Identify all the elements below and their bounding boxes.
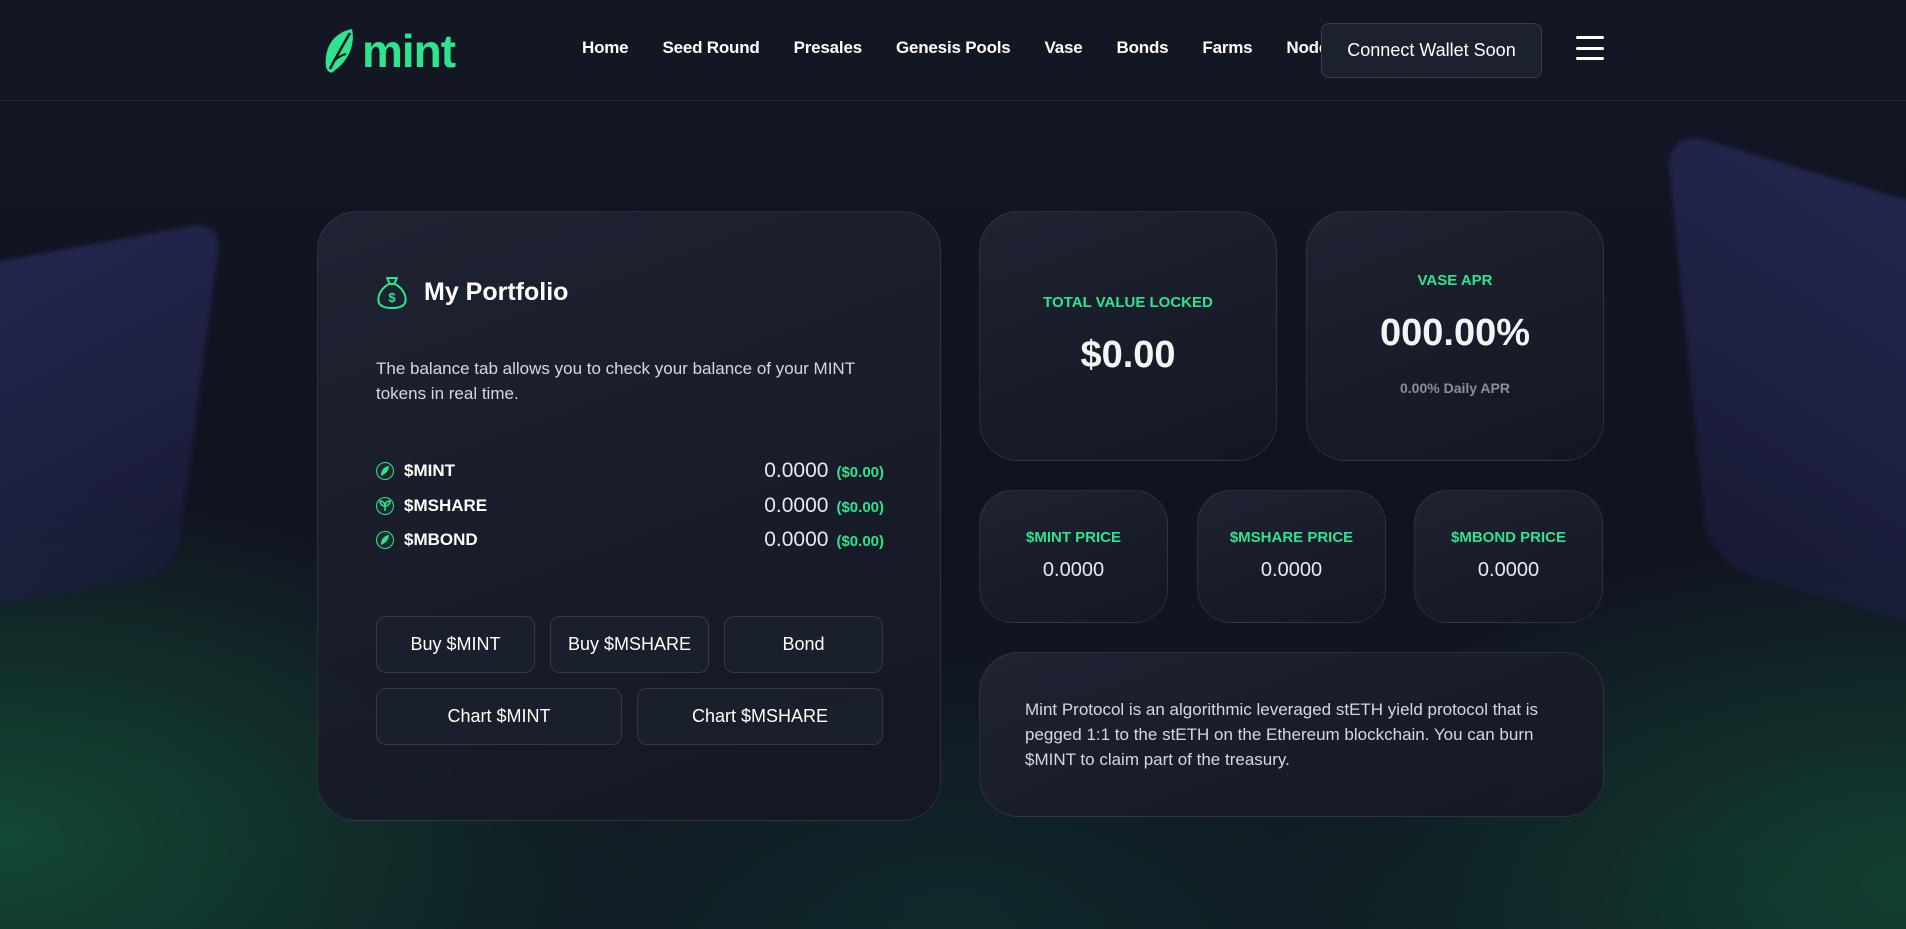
bond-button[interactable]: Bond bbox=[724, 616, 883, 673]
main-nav: Home Seed Round Presales Genesis Pools V… bbox=[582, 38, 1371, 58]
price-value: 0.0000 bbox=[1260, 559, 1323, 581]
leaf-logo-icon bbox=[325, 29, 353, 73]
tvl-value: $0.00 bbox=[1080, 334, 1176, 376]
protocol-info-card: Mint Protocol is an algorithmic leverage… bbox=[979, 652, 1604, 817]
protocol-description: Mint Protocol is an algorithmic leverage… bbox=[1025, 700, 1539, 769]
token-amount: 0.0000 bbox=[764, 494, 829, 517]
leaf-icon bbox=[376, 462, 394, 480]
nav-genesis-pools[interactable]: Genesis Pools bbox=[896, 38, 1011, 58]
top-navbar: mint Home Seed Round Presales Genesis Po… bbox=[0, 0, 1906, 101]
token-balance: 0.0000 ($0.00) bbox=[764, 459, 884, 483]
tvl-card: TOTAL VALUE LOCKED $0.00 bbox=[979, 211, 1277, 461]
token-usd-value: ($0.00) bbox=[836, 499, 884, 516]
nav-bonds[interactable]: Bonds bbox=[1117, 38, 1169, 58]
portfolio-description: The balance tab allows you to check your… bbox=[376, 359, 855, 403]
token-name: $MBOND bbox=[404, 530, 478, 549]
token-row-mint: $MINT 0.0000 ($0.00) bbox=[376, 457, 884, 485]
vase-apr-value: 000.00% bbox=[1379, 312, 1530, 354]
token-balance: 0.0000 ($0.00) bbox=[764, 494, 884, 518]
token-name: $MSHARE bbox=[404, 496, 488, 515]
token-usd-value: ($0.00) bbox=[836, 533, 884, 550]
token-balance: 0.0000 ($0.00) bbox=[764, 528, 884, 552]
nav-presales[interactable]: Presales bbox=[794, 38, 863, 58]
leaf-icon bbox=[376, 531, 394, 549]
menu-line bbox=[1576, 36, 1604, 39]
price-label: $MBOND PRICE bbox=[1450, 529, 1566, 546]
chart-mint-button[interactable]: Chart $MINT bbox=[376, 688, 622, 745]
token-row-mbond: $MBOND 0.0000 ($0.00) bbox=[376, 526, 884, 554]
menu-line bbox=[1576, 57, 1604, 60]
brand-logo[interactable]: mint bbox=[322, 25, 456, 77]
mint-price-card: $MINT PRICE 0.0000 bbox=[979, 490, 1168, 623]
mshare-price-card: $MSHARE PRICE 0.0000 bbox=[1197, 490, 1386, 623]
vase-apr-label: VASE APR bbox=[1417, 272, 1493, 289]
token-amount: 0.0000 bbox=[764, 459, 829, 482]
price-label: $MINT PRICE bbox=[1025, 529, 1121, 546]
portfolio-header: $ My Portfolio bbox=[376, 275, 568, 309]
buy-mshare-button[interactable]: Buy $MSHARE bbox=[550, 616, 709, 673]
portfolio-title: My Portfolio bbox=[424, 277, 569, 306]
token-label: $MSHARE bbox=[376, 496, 487, 516]
token-name: $MINT bbox=[404, 461, 455, 480]
price-value: 0.0000 bbox=[1477, 559, 1540, 581]
money-bag-icon: $ bbox=[377, 277, 407, 309]
portfolio-card: $ My Portfolio The balance tab allows yo… bbox=[317, 211, 941, 821]
chart-mshare-button[interactable]: Chart $MSHARE bbox=[637, 688, 883, 745]
connect-wallet-button[interactable]: Connect Wallet Soon bbox=[1321, 23, 1542, 78]
token-label: $MBOND bbox=[376, 530, 478, 550]
hamburger-icon[interactable] bbox=[1576, 36, 1604, 60]
nav-home[interactable]: Home bbox=[582, 38, 629, 58]
page-background bbox=[0, 0, 1906, 929]
token-label: $MINT bbox=[376, 461, 455, 481]
share-icon bbox=[376, 497, 394, 515]
token-usd-value: ($0.00) bbox=[836, 464, 884, 481]
nav-farms[interactable]: Farms bbox=[1202, 38, 1252, 58]
svg-text:$: $ bbox=[388, 290, 396, 305]
token-amount: 0.0000 bbox=[764, 528, 829, 551]
token-row-mshare: $MSHARE 0.0000 ($0.00) bbox=[376, 492, 884, 520]
menu-line bbox=[1576, 46, 1604, 50]
price-value: 0.0000 bbox=[1042, 559, 1105, 581]
daily-apr: 0.00% Daily APR bbox=[1400, 380, 1510, 396]
mbond-price-card: $MBOND PRICE 0.0000 bbox=[1414, 490, 1603, 623]
brand-name: mint bbox=[362, 25, 456, 77]
buy-mint-button[interactable]: Buy $MINT bbox=[376, 616, 535, 673]
nav-vase[interactable]: Vase bbox=[1045, 38, 1083, 58]
price-label: $MSHARE PRICE bbox=[1229, 529, 1354, 546]
vase-apr-card: VASE APR 000.00% 0.00% Daily APR bbox=[1306, 211, 1604, 461]
nav-seed-round[interactable]: Seed Round bbox=[662, 38, 759, 58]
tvl-label: TOTAL VALUE LOCKED bbox=[1043, 294, 1213, 311]
